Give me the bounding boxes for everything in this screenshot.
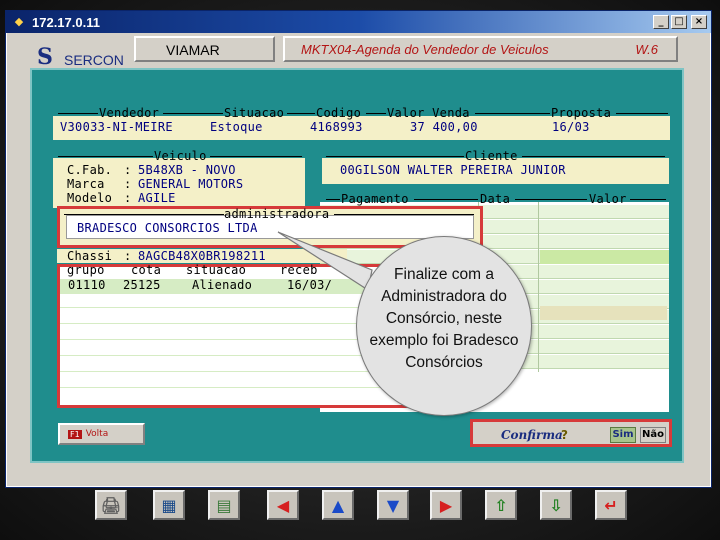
cfab-label: C.Fab. [67, 163, 113, 177]
arrow-down-button[interactable]: ▼ [377, 490, 409, 520]
company-name: VIAMAR [134, 36, 275, 62]
codigo-label: Codigo [316, 106, 362, 120]
company-label: VIAMAR [166, 42, 220, 58]
page-up-button[interactable]: ⇧ [485, 490, 517, 520]
confirm-box: Confirma ? Sim Não [470, 419, 672, 447]
system-menu-icon[interactable]: ◆ [12, 15, 26, 29]
arrow-down-icon: ▼ [386, 495, 400, 515]
marca-label: Marca [67, 177, 105, 191]
marca-value[interactable]: GENERAL MOTORS [138, 177, 243, 191]
modelo-value[interactable]: AGILE [138, 191, 176, 205]
proposta-label: Proposta [551, 106, 612, 120]
client-value[interactable]: 00GILSON WALTER PEREIRA JUNIOR [340, 163, 566, 177]
situacao-header: situacao [186, 263, 247, 277]
f1-label: Volta [85, 429, 109, 439]
window-title: 172.17.0.11 [32, 14, 100, 30]
chassi-value[interactable]: 8AGCB48X0BR198211 [138, 249, 266, 263]
maximize-button[interactable]: □ [671, 15, 687, 29]
yes-button[interactable]: Sim [610, 427, 636, 443]
grupo-cell[interactable]: 01110 [68, 278, 106, 292]
cfab-sep: : [124, 163, 132, 177]
arrow-up-button[interactable]: ▲ [322, 490, 354, 520]
calculator-button[interactable]: ▦ [153, 490, 185, 520]
calculator-icon: ▦ [161, 495, 177, 515]
title-bar[interactable]: ◆ 172.17.0.11 _ □ × [6, 11, 711, 33]
arrow-left-icon: ◀ [276, 495, 290, 515]
data-label: Data [480, 192, 511, 206]
administradora-label: administradora [224, 207, 330, 221]
chassi-sep: : [124, 249, 132, 263]
valor-venda-value[interactable]: 37 400,00 [410, 120, 478, 134]
marca-sep: : [124, 177, 132, 191]
module-header: MKTX04-Agenda do Vendedor de Veiculos W.… [283, 36, 678, 62]
vehicle-section-label: Veiculo [154, 149, 207, 163]
cota-cell[interactable]: 25125 [123, 278, 161, 292]
question-icon: ? [561, 428, 568, 442]
f1-back-button[interactable]: F1 Volta [58, 423, 145, 445]
modelo-label: Modelo [67, 191, 113, 205]
payment-highlight-row[interactable] [540, 250, 669, 264]
confirm-label: Confirma [501, 428, 563, 442]
situacao-cell[interactable]: Alienado [192, 278, 252, 292]
money-icon: ▤ [216, 495, 232, 515]
valor-label: Valor [589, 192, 627, 206]
payment-row[interactable] [540, 306, 667, 320]
chassi-label: Chassi [67, 249, 113, 263]
bottom-toolbar: 🖨 ▦ ▤ ◀ ▲ ▼ ▶ ⇧ ⇩ ↵ [95, 490, 635, 524]
modelo-sep: : [124, 191, 132, 205]
valor-venda-label: Valor Venda [387, 106, 470, 120]
page-down-icon: ⇩ [549, 495, 563, 515]
pagamento-label: Pagamento [341, 192, 409, 206]
no-button[interactable]: Não [640, 427, 666, 443]
app-name: SERCON [64, 52, 124, 68]
module-version: W.6 [635, 42, 658, 57]
client-section-label: Cliente [465, 149, 518, 163]
vendedor-value[interactable]: V30033-NI-MEIRE [60, 120, 173, 134]
page-up-icon: ⇧ [494, 495, 508, 515]
situacao-label: Situacao [224, 106, 285, 120]
minimize-button[interactable]: _ [653, 15, 669, 29]
administradora-value[interactable]: BRADESCO CONSORCIOS LTDA [77, 221, 258, 235]
sercon-logo-icon: S [37, 44, 53, 70]
cota-header: cota [131, 263, 162, 277]
arrow-left-button[interactable]: ◀ [267, 490, 299, 520]
close-button[interactable]: × [691, 15, 707, 29]
enter-button[interactable]: ↵ [595, 490, 627, 520]
vendedor-label: Vendedor [99, 106, 160, 120]
codigo-value[interactable]: 4168993 [310, 120, 363, 134]
situacao-value[interactable]: Estoque [210, 120, 263, 134]
module-title: MKTX04-Agenda do Vendedor de Veiculos [301, 42, 549, 57]
grupo-header: grupo [67, 263, 105, 277]
receb-cell[interactable]: 16/03/ [287, 278, 332, 292]
print-icon: 🖨 [100, 495, 122, 515]
receb-header: receb [280, 263, 318, 277]
f1-key: F1 [68, 429, 82, 439]
page-down-button[interactable]: ⇩ [540, 490, 572, 520]
print-button[interactable]: 🖨 [95, 490, 127, 520]
arrow-up-icon: ▲ [331, 495, 345, 515]
arrow-right-icon: ▶ [439, 495, 453, 515]
callout-text: Finalize com a Administradora do Consórc… [369, 266, 519, 371]
proposta-value[interactable]: 16/03 [552, 120, 590, 134]
enter-icon: ↵ [604, 495, 618, 515]
money-button[interactable]: ▤ [208, 490, 240, 520]
cfab-value[interactable]: 5B48XB - NOVO [138, 163, 236, 177]
arrow-right-button[interactable]: ▶ [430, 490, 462, 520]
